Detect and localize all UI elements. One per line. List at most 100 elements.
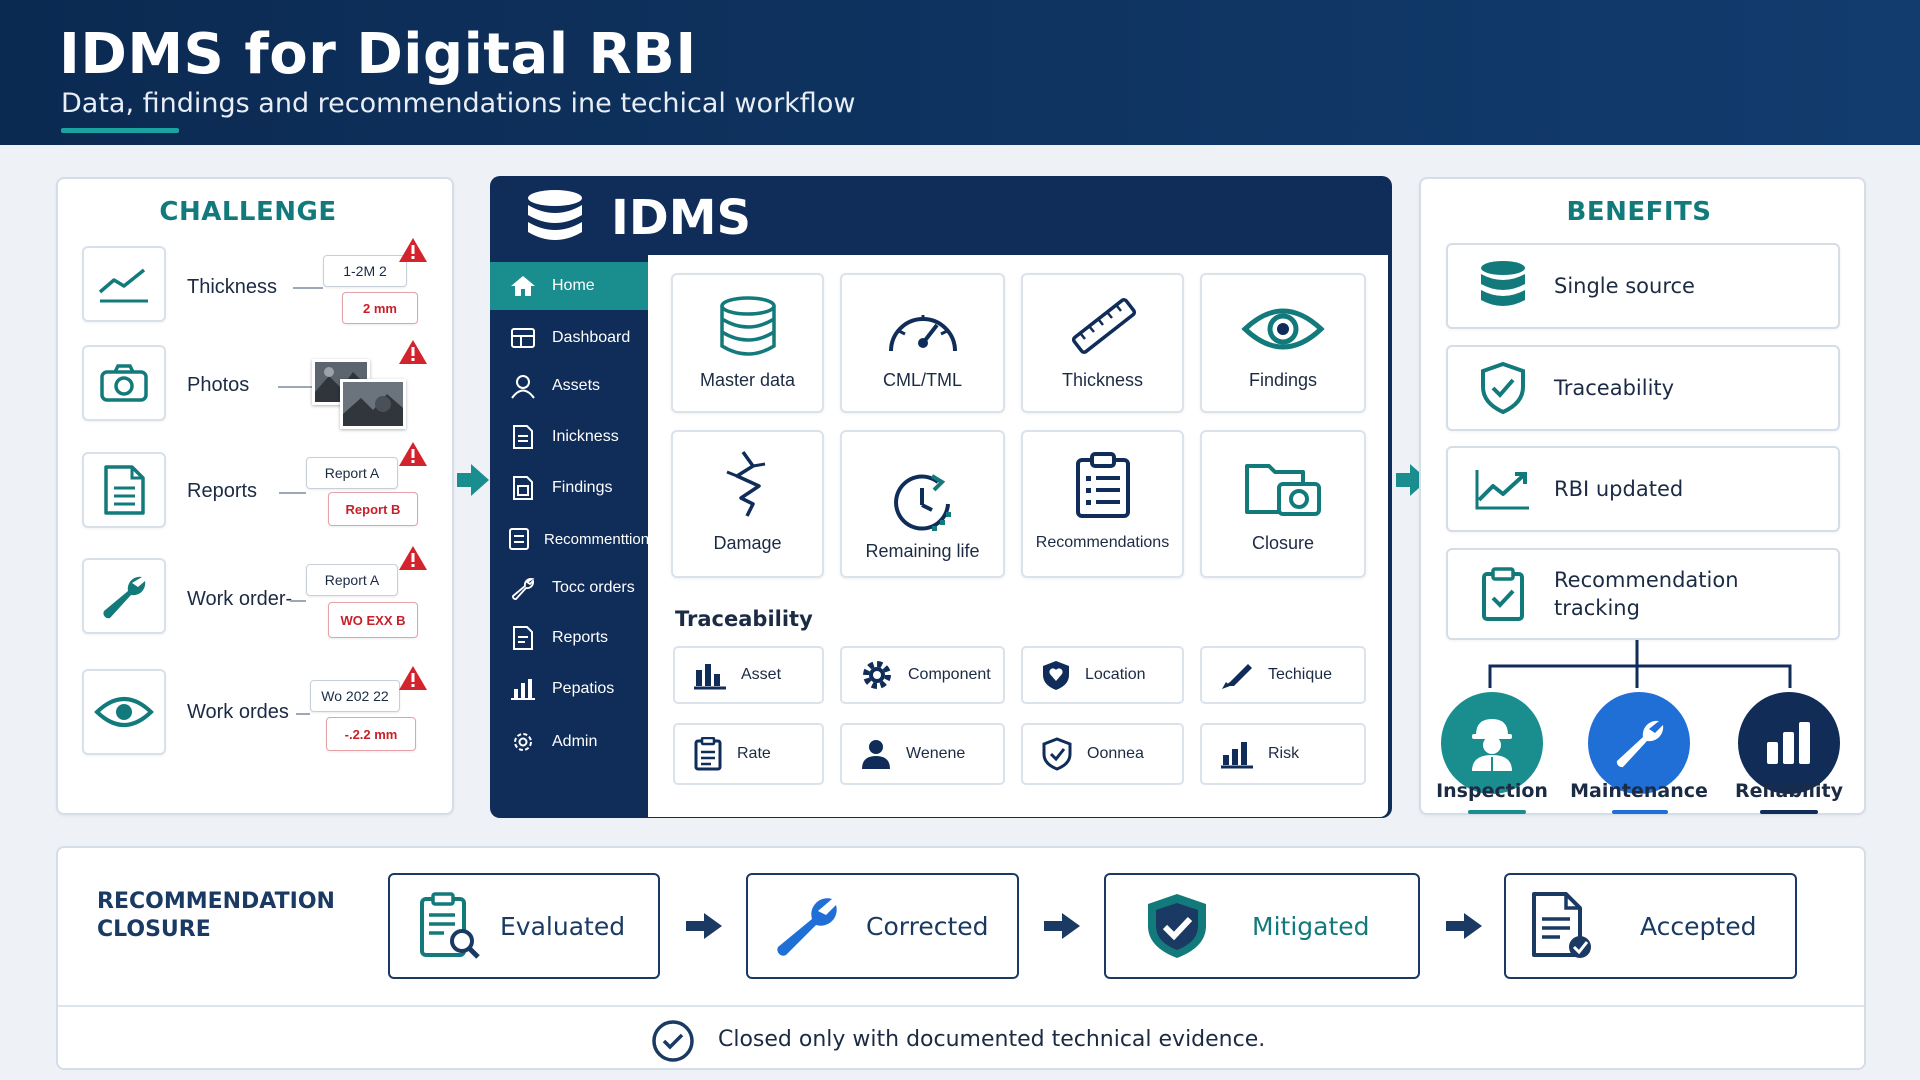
nav-item-reports[interactable]: Reports [490,614,648,662]
idms-title: IDMS [611,190,752,246]
ruler-icon [1067,295,1139,357]
camera-icon [99,363,149,403]
maintenance-label: Maintenance [1570,780,1708,802]
challenge-work-order-tile [82,558,166,634]
tile-label: Remaining life [865,541,980,561]
benefit-tree-connector [1488,640,1792,688]
challenge-label: Photos [187,374,250,396]
inspector-icon [1462,713,1522,773]
tile-remaining-life[interactable]: Remaining life [840,430,1005,578]
trace-label: Techique [1268,666,1333,683]
bar-chart-icon [508,677,538,701]
document-icon [508,625,538,651]
wo-box: WO EXX B [328,602,418,638]
nav-item-work-orders[interactable]: Tocc orders [490,564,648,612]
dashboard-icon [508,326,538,350]
tile-master-data[interactable]: Master data [671,273,824,413]
nav-item-pepatios[interactable]: Pepatios [490,665,648,713]
nav-item-thickness[interactable]: Inickness [490,413,648,461]
trace-location[interactable]: Location [1021,646,1184,704]
tile-label: Closure [1251,533,1315,553]
step-evaluated: Evaluated [388,873,660,979]
clipboard-check-icon [1472,566,1534,622]
page-title: IDMS for Digital RBI [59,22,697,87]
reliability-label: Reliability [1735,780,1843,802]
nav-item-recommendations[interactable]: Recommenttion [490,515,648,563]
subtitle-underline [61,128,179,133]
trace-risk[interactable]: Risk [1200,723,1366,785]
bar-chart-icon [1761,718,1817,768]
clipboard-list-icon [1074,452,1132,520]
trace-component[interactable]: Component [840,646,1005,704]
tile-closure[interactable]: Closure [1200,430,1366,578]
nav-label: Admin [552,733,598,750]
nav-label: Tocc orders [552,579,635,596]
nav-item-findings[interactable]: Findings [490,464,648,512]
trace-wenene[interactable]: Wenene [840,723,1005,785]
shield-check-icon [1472,361,1534,415]
thickness-alert-box: 2 mm [342,292,418,324]
tile-thickness[interactable]: Thickness [1021,273,1184,413]
clipboard-icon [693,737,723,771]
connector-line [290,600,306,602]
nav-label: Inickness [552,428,619,445]
closure-title-line: CLOSURE [97,917,211,942]
document-icon [508,475,538,501]
folder-camera-icon [1243,460,1323,518]
bar-chart-icon [693,660,727,690]
challenge-label: Thickness [187,276,278,298]
nav-item-admin[interactable]: Admin [490,718,648,766]
benefits-title: BENEFITS [1566,197,1712,227]
arrow-right-icon [1042,912,1082,940]
nav-item-home[interactable]: Home [490,262,648,310]
closure-title: RECOMMENDATION CLOSURE [97,888,335,944]
benefit-rbi-updated: RBI updated [1446,446,1840,532]
step-label: Mitigated [1252,911,1370,941]
tile-cml-tml[interactable]: CML/TML [840,273,1005,413]
eye-icon [1241,305,1325,353]
tile-label: Findings [1248,370,1318,390]
warning-icon [397,664,429,692]
tile-recommendations[interactable]: Recommendations [1021,430,1184,578]
benefit-recommendation-tracking: Recommendation tracking [1446,548,1840,640]
benefit-label: Traceability [1554,376,1675,400]
nav-label: Dashboard [552,329,631,346]
nav-label: Recommenttion [544,530,648,548]
thickness-alert-box: -.2.2 mm [326,717,416,751]
nav-item-dashboard[interactable]: Dashboard [490,314,648,362]
database-icon [524,188,586,250]
person-icon [860,738,892,770]
connector-line [296,713,310,715]
reliability-circle [1738,692,1840,794]
tile-damage[interactable]: Damage [671,430,824,578]
report-a-box: Report A [306,457,398,489]
traceability-title: Traceability [675,607,813,631]
benefit-label: Single source [1554,274,1695,298]
closure-footer: Closed only with documented technical ev… [718,1027,1266,1052]
benefit-single-source: Single source [1446,243,1840,329]
trace-label: Location [1085,666,1146,683]
page-subtitle: Data, findings and recommendations ine t… [61,88,856,119]
nav-label: Pepatios [552,680,615,697]
step-label: Corrected [866,911,989,941]
trace-label: Rate [737,745,771,762]
step-mitigated: Mitigated [1104,873,1420,979]
reliability-underline [1760,810,1818,814]
tile-findings[interactable]: Findings [1200,273,1366,413]
nav-item-assets[interactable]: Assets [490,362,648,410]
warning-icon [397,338,429,366]
trace-asset[interactable]: Asset [673,646,824,704]
trace-rate[interactable]: Rate [673,723,824,785]
challenge-label: Reports [187,480,258,502]
challenge-work-ordes-tile [82,669,166,755]
step-label: Evaluated [500,911,626,941]
document-check-icon [1530,891,1596,961]
user-icon [508,373,538,399]
trace-technique[interactable]: Techique [1200,646,1366,704]
gear-icon [508,729,538,755]
tile-label: Master data [699,370,796,390]
trace-oonnea[interactable]: Oonnea [1021,723,1184,785]
document-icon [102,464,146,516]
warning-icon [397,544,429,572]
report-a-box: Report A [306,564,398,596]
